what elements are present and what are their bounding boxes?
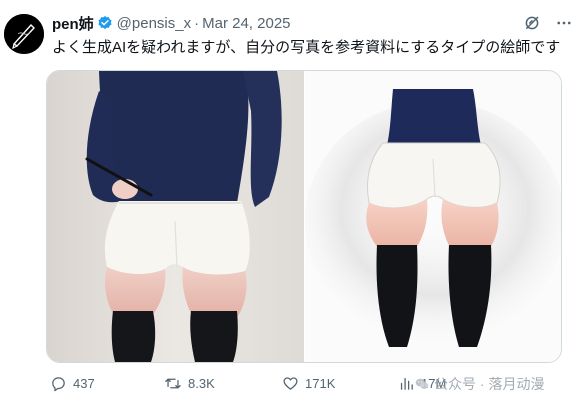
pen-sketch-avatar-icon [4, 14, 44, 54]
wechat-icon [415, 378, 429, 389]
illustration[interactable] [304, 71, 561, 362]
repost-count: 8.3K [188, 376, 215, 391]
separator: · [194, 14, 200, 32]
reply-button[interactable]: 437 [50, 375, 95, 392]
tweet-header: pen姉 @pensis_x · Mar 24, 2025 [52, 12, 571, 34]
verified-badge-icon [97, 15, 113, 31]
reply-count: 437 [73, 376, 95, 391]
repost-button[interactable]: 8.3K [164, 375, 215, 392]
post-date[interactable]: Mar 24, 2025 [202, 15, 290, 32]
like-button[interactable]: 171K [282, 375, 335, 392]
header-actions [523, 14, 573, 37]
more-options-icon[interactable] [555, 14, 573, 37]
media-grid [46, 70, 562, 363]
grok-icon[interactable] [523, 14, 541, 37]
user-handle[interactable]: @pensis_x [117, 15, 191, 32]
like-count: 171K [305, 376, 336, 391]
tweet-text: よく生成AIを疑われますが、自分の写真を参考資料にするタイプの絵師です [52, 39, 561, 56]
avatar[interactable] [4, 14, 44, 54]
tweet: pen姉 @pensis_x · Mar 24, 2025 よく生成AIを疑われ… [0, 0, 579, 410]
display-name[interactable]: pen姉 [52, 13, 94, 34]
watermark: 公众号 · 落月动漫 [414, 374, 544, 394]
watermark-text: 公众号 · 落月动漫 [434, 376, 545, 392]
views-chart-icon [400, 377, 413, 390]
reply-icon [52, 377, 65, 392]
reference-photo[interactable] [47, 71, 304, 362]
repost-icon [165, 378, 181, 389]
heart-icon [283, 377, 298, 390]
